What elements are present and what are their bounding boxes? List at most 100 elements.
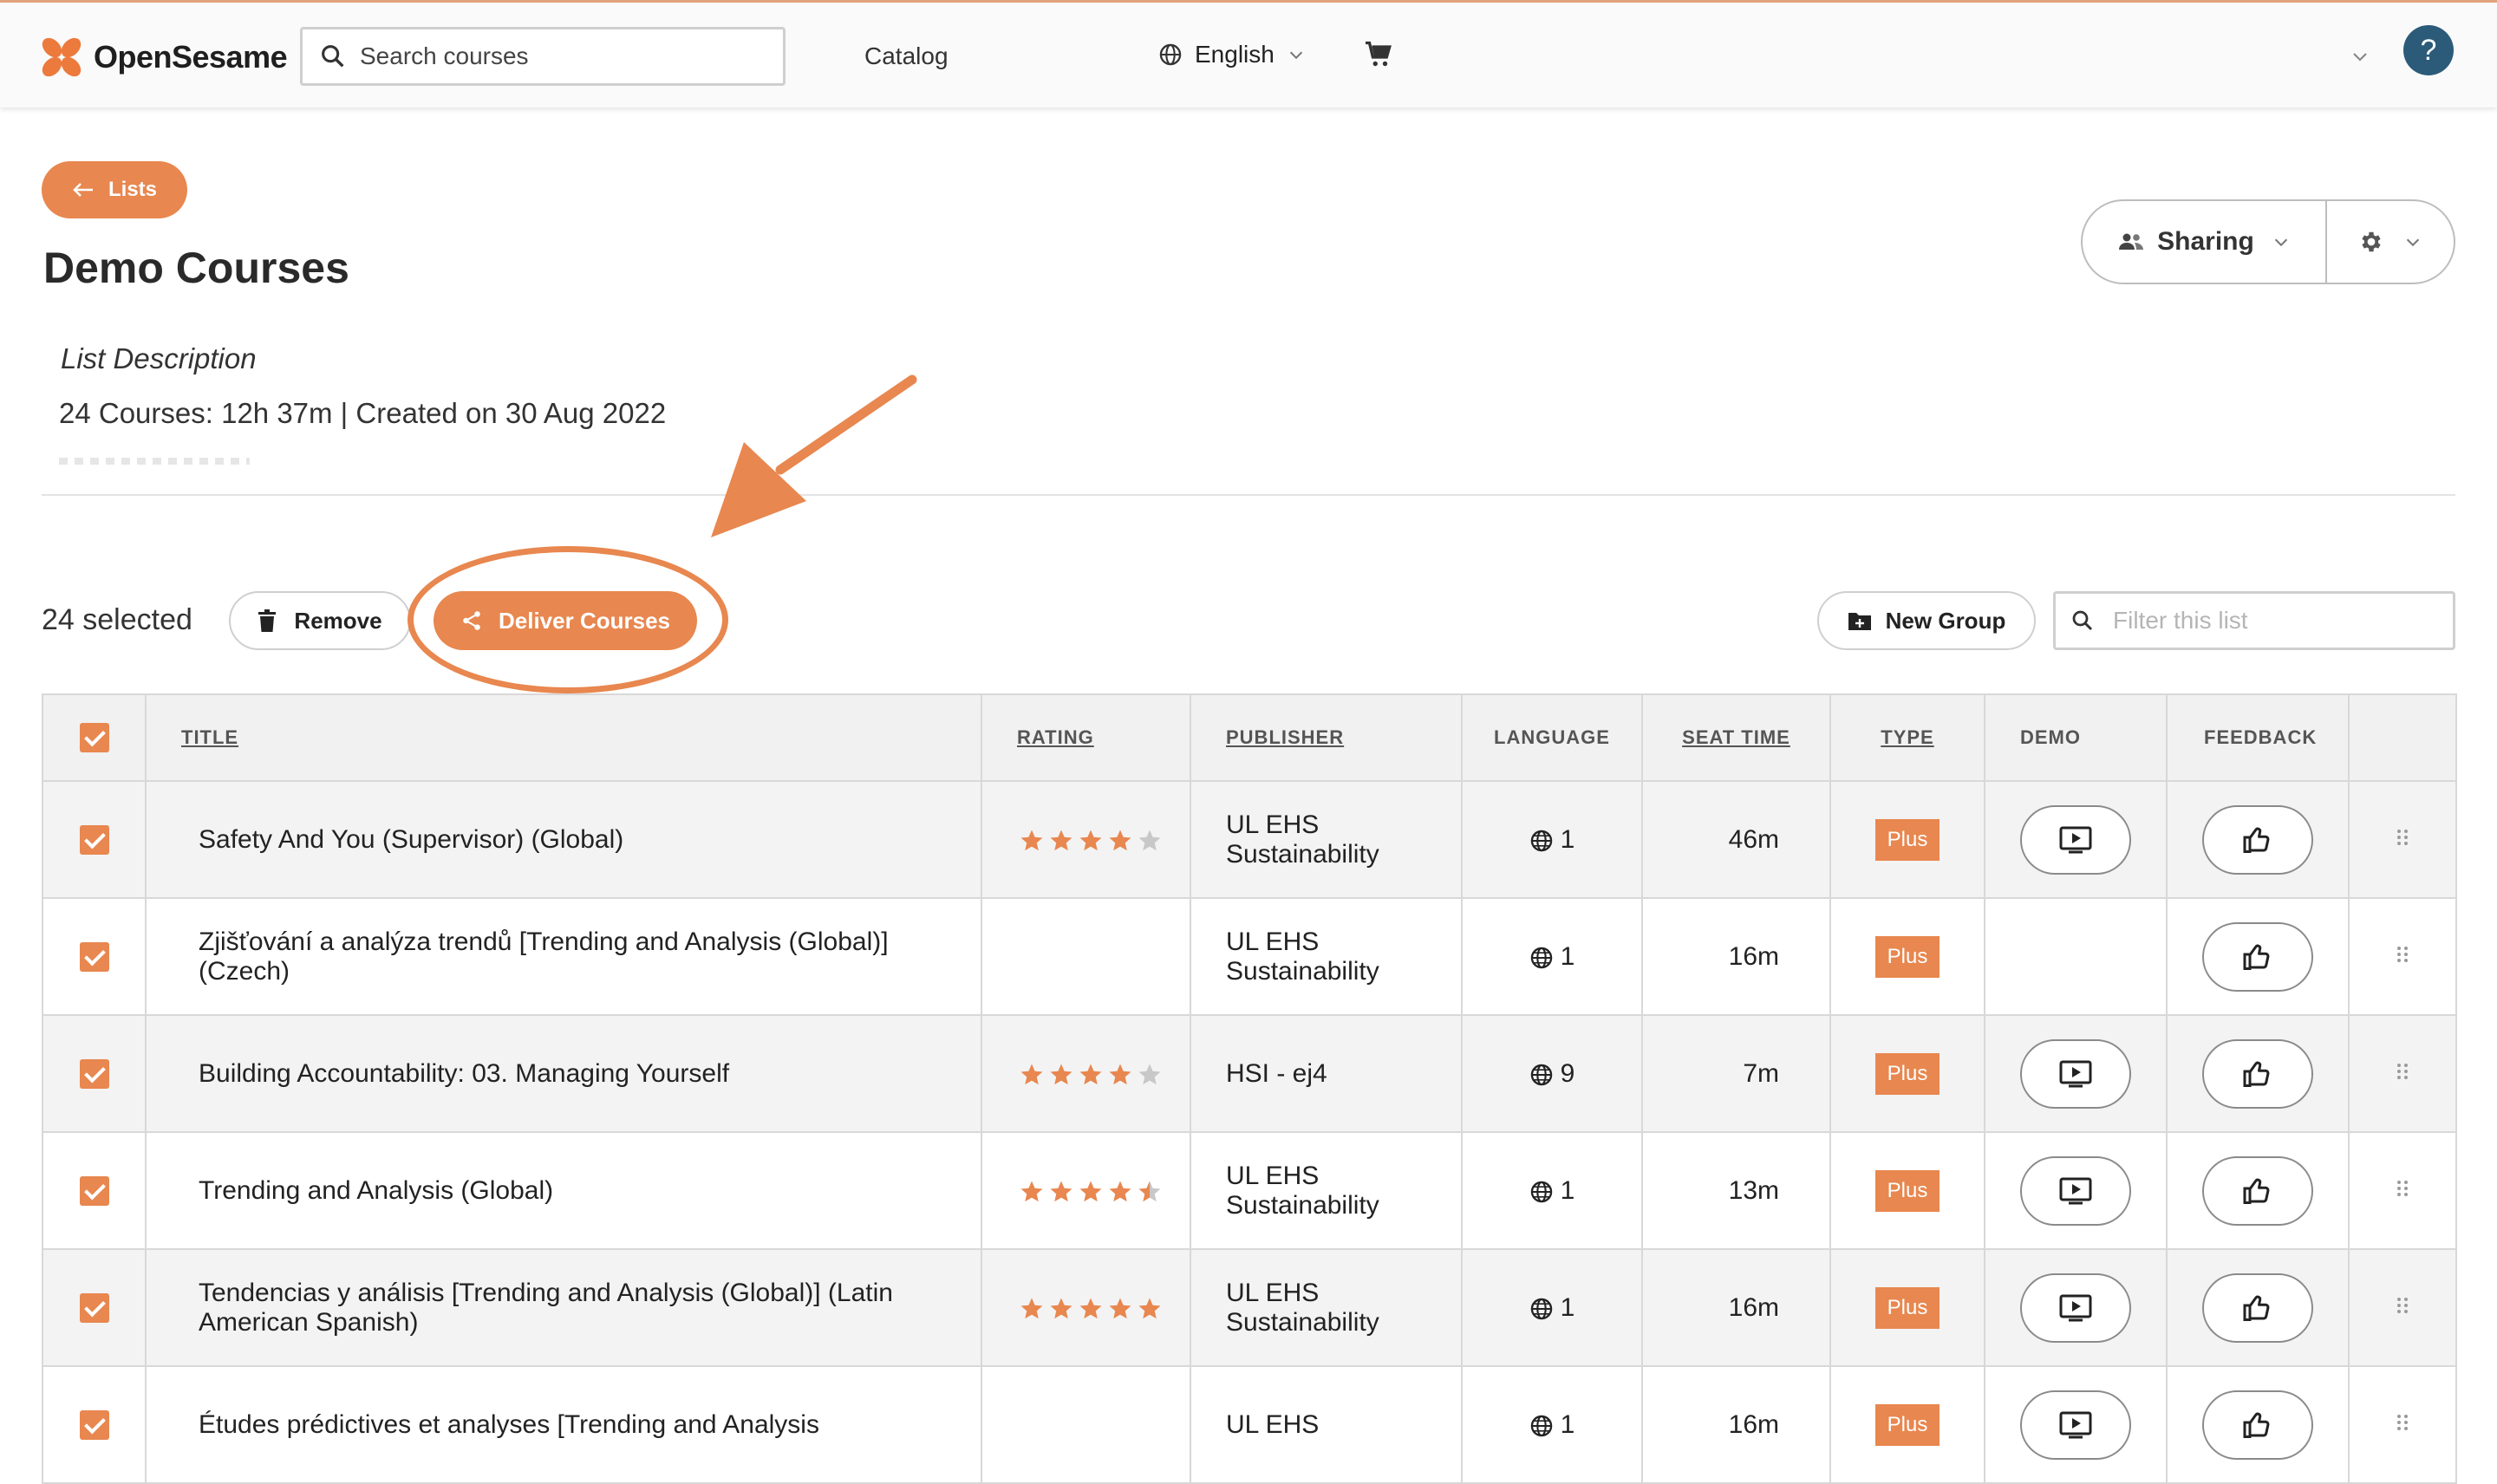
language-count: 1 (1560, 1175, 1575, 1205)
column-header-seat-time[interactable]: SEAT TIME (1641, 693, 1831, 782)
help-button[interactable]: ? (2403, 25, 2454, 75)
table-row: Tendencias y análisis [Trending and Anal… (42, 1248, 2457, 1367)
row-checkbox[interactable] (42, 780, 147, 899)
chevron-down-icon (2406, 238, 2420, 247)
course-languages: 1 (1461, 1248, 1643, 1367)
deliver-courses-button[interactable]: Deliver Courses (434, 591, 697, 650)
drag-handle-icon[interactable] (2396, 1061, 2409, 1082)
thumbs-up-icon (2243, 944, 2270, 970)
demo-button[interactable] (2020, 1272, 2131, 1343)
column-header-publisher[interactable]: PUBLISHER (1190, 693, 1463, 782)
demo-cell (1984, 897, 2168, 1016)
type-badge: Plus (1874, 1169, 1940, 1212)
feedback-button[interactable] (2202, 1038, 2313, 1109)
opensesame-logo[interactable]: OpenSesame (40, 36, 288, 79)
drag-handle-icon[interactable] (2396, 944, 2409, 965)
star-icon (1109, 830, 1131, 850)
settings-dropdown-button[interactable] (2327, 201, 2454, 283)
globe-icon (1530, 830, 1552, 851)
row-checkbox[interactable] (42, 897, 147, 1016)
type-badge: Plus (1874, 935, 1940, 978)
publisher-line: UL EHS (1226, 810, 1320, 839)
page-title: Demo Courses (43, 244, 349, 292)
user-menu-chevron-icon[interactable] (2350, 46, 2370, 71)
play-screen-icon (2059, 826, 2092, 853)
course-type: Plus (1829, 897, 1985, 1016)
course-title[interactable]: Safety And You (Supervisor) (Global) (145, 780, 982, 899)
filter-input[interactable]: Filter this list (2053, 591, 2455, 650)
column-header-rating[interactable]: RATING (981, 693, 1191, 782)
course-publisher: UL EHS Sustainability (1190, 780, 1463, 899)
sharing-controls: Sharing (2081, 199, 2455, 284)
feedback-button[interactable] (2202, 804, 2313, 875)
cart-icon[interactable] (1363, 39, 1394, 75)
new-group-button[interactable]: New Group (1817, 591, 2036, 650)
sharing-label: Sharing (2157, 227, 2254, 256)
demo-button[interactable] (2020, 804, 2131, 875)
table-row: Safety And You (Supervisor) (Global) UL … (42, 780, 2457, 899)
annotation-arrow (711, 374, 917, 537)
drag-handle-icon[interactable] (2396, 1178, 2409, 1199)
type-badge: Plus (1874, 1286, 1940, 1329)
language-label: English (1195, 41, 1275, 68)
remove-label: Remove (294, 607, 382, 634)
search-icon (2072, 610, 2093, 631)
course-type: Plus (1829, 780, 1985, 899)
column-header-actions (2348, 693, 2457, 782)
star-icon (1079, 830, 1102, 850)
trash-icon (258, 609, 277, 632)
nav-catalog-link[interactable]: Catalog (864, 42, 949, 70)
column-header-title[interactable]: TITLE (145, 693, 982, 782)
publisher-line: UL EHS (1226, 927, 1320, 956)
language-count: 1 (1560, 941, 1575, 971)
demo-cell (1984, 1014, 2168, 1133)
search-input[interactable]: Search courses (300, 27, 786, 86)
row-checkbox[interactable] (42, 1014, 147, 1133)
table-row: Building Accountability: 03. Managing Yo… (42, 1014, 2457, 1133)
publisher-line: Sustainability (1226, 956, 1379, 986)
language-selector[interactable]: English (1158, 41, 1306, 68)
star-icon (1079, 1181, 1102, 1201)
back-to-lists-button[interactable]: Lists (42, 161, 187, 218)
course-seat-time: 16m (1641, 897, 1831, 1016)
course-title[interactable]: Trending and Analysis (Global) (145, 1131, 982, 1250)
remove-button[interactable]: Remove (229, 591, 411, 650)
star-icon (1020, 1064, 1043, 1084)
row-checkbox[interactable] (42, 1131, 147, 1250)
folder-plus-icon (1848, 613, 1871, 630)
language-count: 1 (1560, 824, 1575, 854)
section-divider (42, 494, 2455, 496)
drag-handle-icon[interactable] (2396, 827, 2409, 848)
row-checkbox[interactable] (42, 1248, 147, 1367)
demo-button[interactable] (2020, 1155, 2131, 1226)
feedback-button[interactable] (2202, 921, 2313, 992)
course-publisher: HSI - ej4 (1190, 1014, 1463, 1133)
demo-button[interactable] (2020, 1038, 2131, 1109)
search-icon (322, 45, 344, 68)
truncated-text-fade (59, 458, 250, 465)
feedback-button[interactable] (2202, 1155, 2313, 1226)
column-header-language: LANGUAGE (1461, 693, 1643, 782)
globe-icon (1530, 1064, 1552, 1085)
course-languages: 1 (1461, 1131, 1643, 1250)
course-title[interactable]: Building Accountability: 03. Managing Yo… (145, 1014, 982, 1133)
demo-cell (1984, 1131, 2168, 1250)
publisher-line: HSI - ej4 (1226, 1058, 1327, 1088)
publisher-line: UL EHS (1226, 1161, 1320, 1190)
share-icon (463, 611, 480, 630)
drag-handle-icon[interactable] (2396, 1295, 2409, 1316)
star-icon (1050, 830, 1072, 850)
course-title[interactable]: Tendencias y análisis [Trending and Anal… (145, 1248, 982, 1367)
course-title[interactable]: Zjišťování a analýza trendů [Trending an… (145, 897, 982, 1016)
language-count: 1 (1560, 1409, 1575, 1439)
play-screen-icon (2059, 1060, 2092, 1087)
feedback-button[interactable] (2202, 1272, 2313, 1343)
star-icon (1109, 1064, 1131, 1084)
list-description: List Description (61, 342, 257, 374)
globe-icon (1530, 1415, 1552, 1436)
feedback-cell (2166, 1131, 2350, 1250)
select-all-checkbox[interactable] (42, 693, 147, 782)
sharing-dropdown-button[interactable]: Sharing (2083, 201, 2327, 283)
column-header-type[interactable]: TYPE (1829, 693, 1985, 782)
drag-handle-icon[interactable] (2396, 1412, 2409, 1433)
